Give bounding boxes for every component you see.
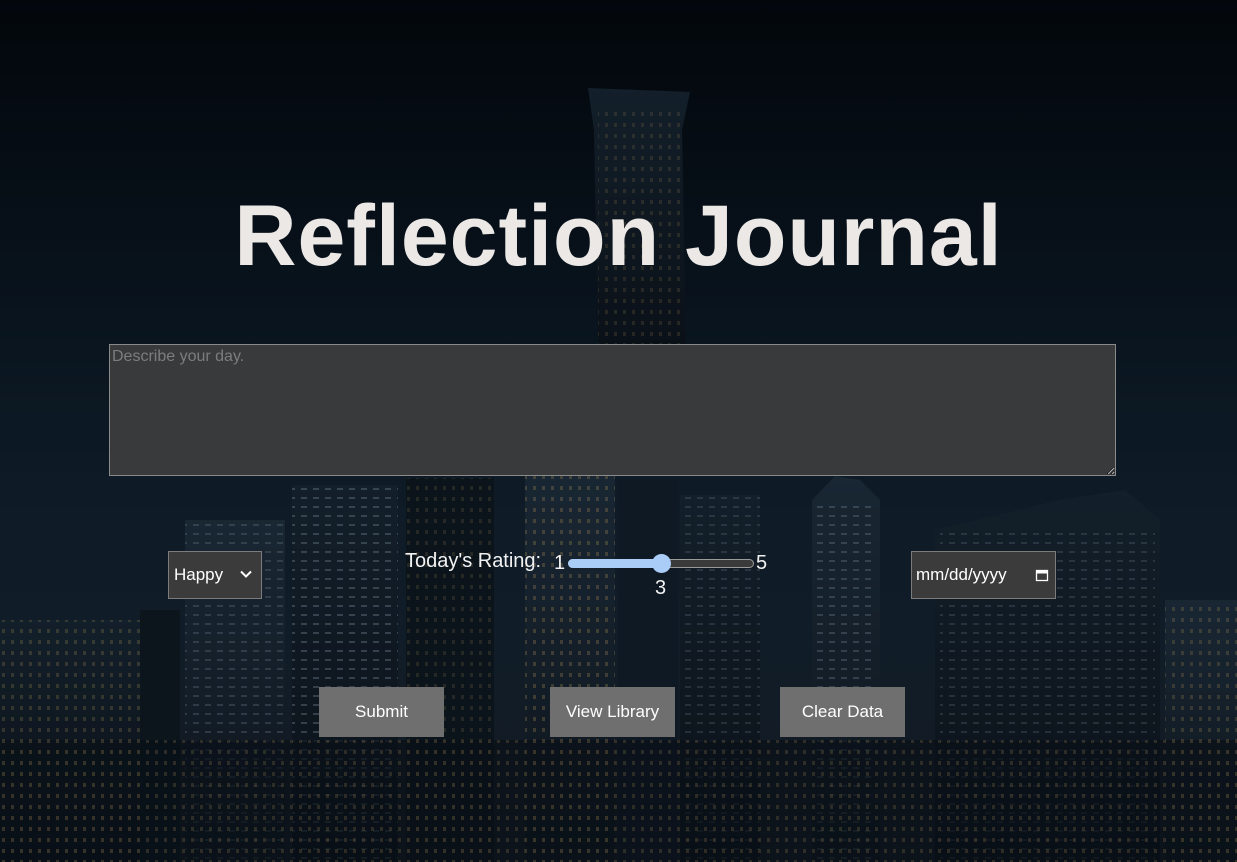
calendar-icon[interactable] <box>1035 568 1049 582</box>
journal-entry-textarea[interactable] <box>109 344 1116 476</box>
view-library-button[interactable]: View Library <box>550 687 675 737</box>
clear-data-button[interactable]: Clear Data <box>780 687 905 737</box>
date-placeholder: mm/dd/yyyy <box>916 565 1007 584</box>
rating-slider-fill <box>568 559 661 568</box>
date-input[interactable]: mm/dd/yyyy <box>911 551 1056 599</box>
chevron-down-icon <box>240 570 252 578</box>
rating-min-label: 1 <box>554 552 566 574</box>
rating-max-label: 5 <box>756 552 768 574</box>
page-title: Reflection Journal <box>234 188 1003 284</box>
mood-select[interactable]: Happy <box>168 551 262 599</box>
submit-button[interactable]: Submit <box>319 687 444 737</box>
mood-selected-value: Happy <box>174 565 224 584</box>
rating-value-label: 3 <box>655 577 667 599</box>
rating-slider-thumb[interactable] <box>651 554 671 573</box>
rating-label: Today's Rating: <box>405 550 542 572</box>
